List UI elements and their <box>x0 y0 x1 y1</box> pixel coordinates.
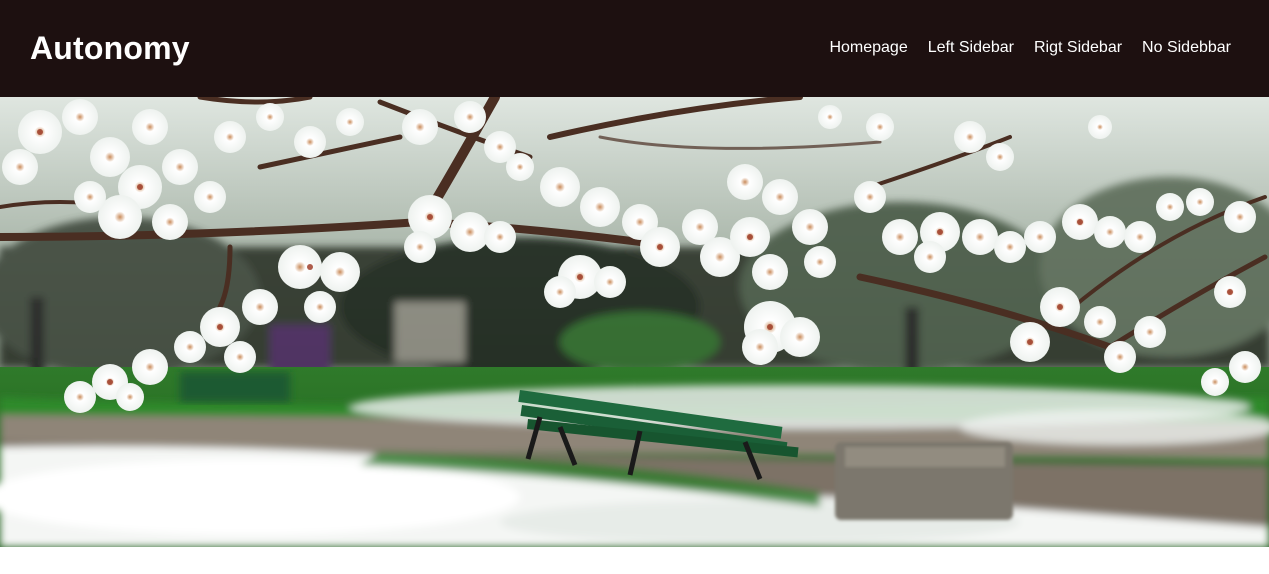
nav-homepage[interactable]: Homepage <box>829 38 907 58</box>
nav-right-sidebar[interactable]: Rigt Sidebar <box>1034 38 1122 58</box>
blossom-park-photo <box>0 97 1269 547</box>
nav-left-sidebar[interactable]: Left Sidebar <box>928 38 1014 58</box>
nav-no-sidebar[interactable]: No Sidebbar <box>1142 38 1231 58</box>
main-nav: Homepage Left Sidebar Rigt Sidebar No Si… <box>829 38 1231 58</box>
hero-image <box>0 97 1269 547</box>
site-header: Autonomy Homepage Left Sidebar Rigt Side… <box>0 0 1269 97</box>
site-title[interactable]: Autonomy <box>30 29 190 67</box>
